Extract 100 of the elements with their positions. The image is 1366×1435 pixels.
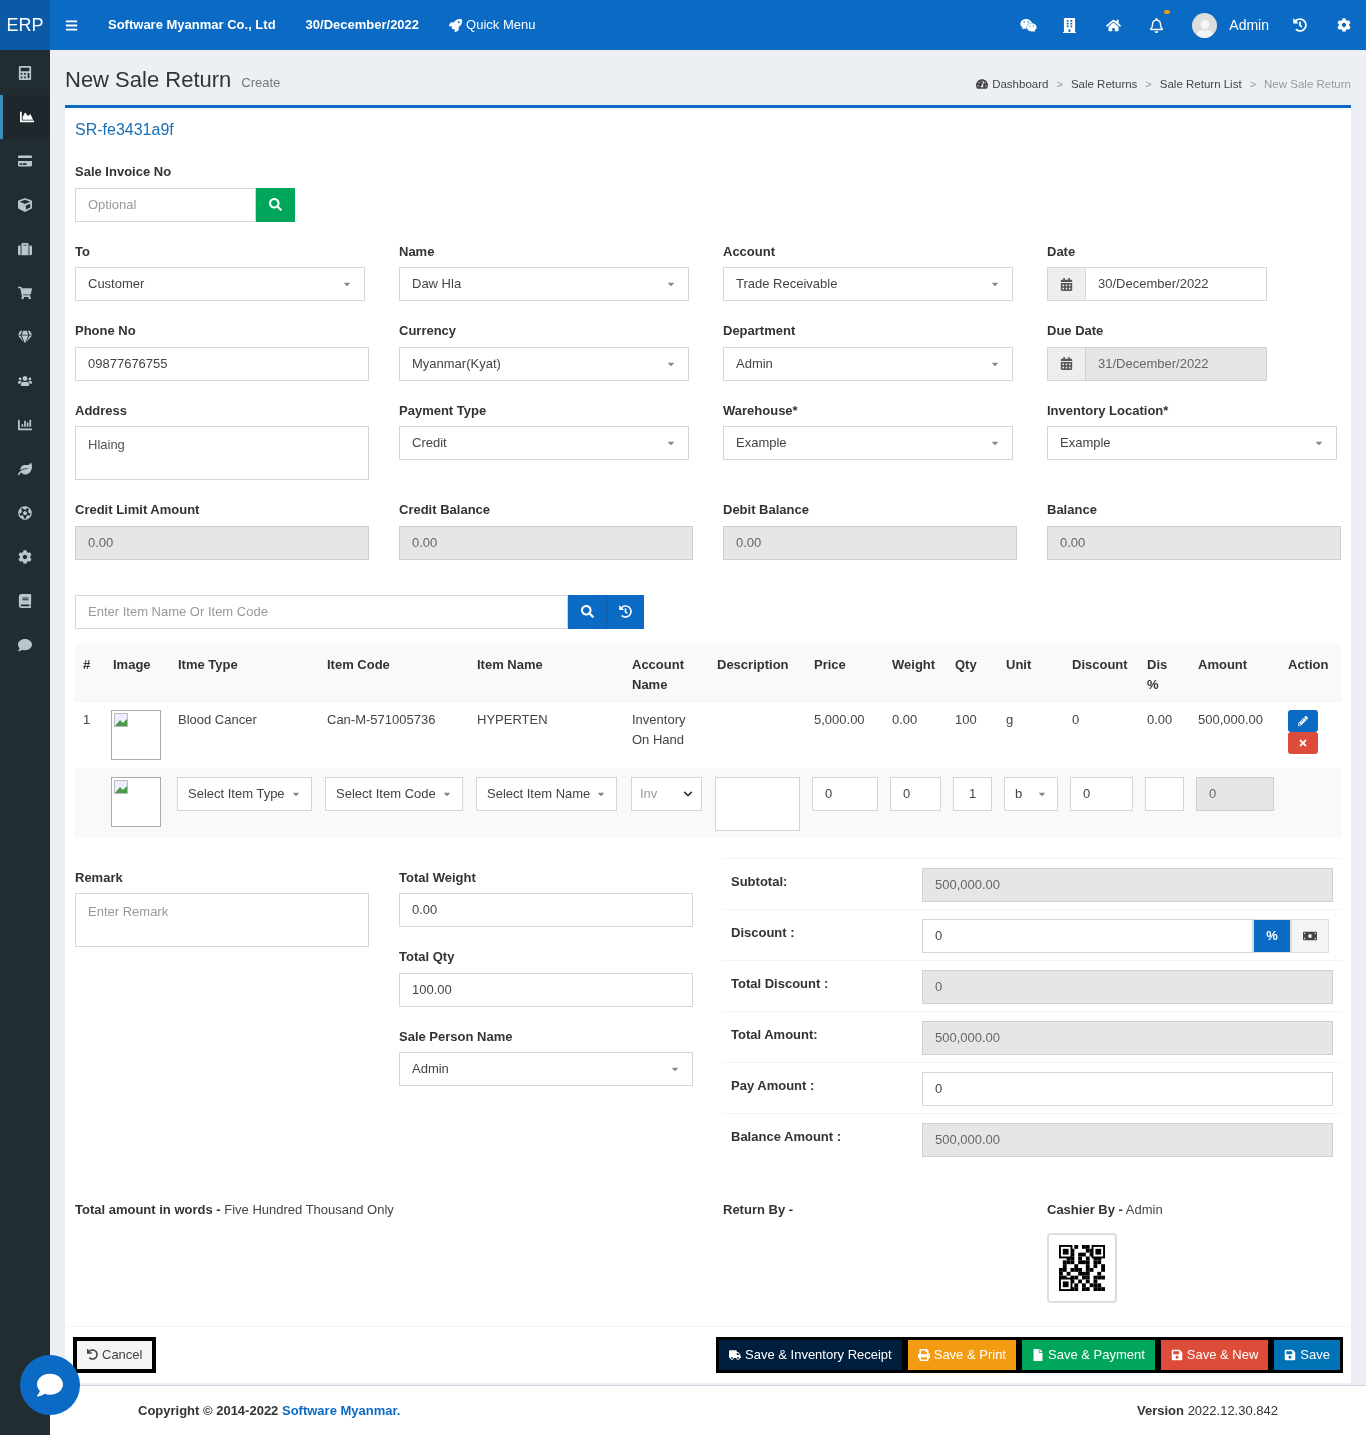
input-field[interactable]: 0 [922,969,1333,1004]
close-icon [1298,737,1308,748]
company-link[interactable]: Software Myanmar. [282,1402,401,1418]
chevron-icon [683,788,693,799]
calendar-button[interactable] [1047,346,1086,381]
field-label: Debit Balance [723,501,809,519]
select-field[interactable]: Admin [723,346,1013,381]
reset-button[interactable] [606,594,644,629]
breadcrumb-separator: > [1145,77,1152,93]
input-field[interactable]: 500,000.00 [922,867,1333,902]
field-label: Name [399,242,435,261]
leaf-icon [18,462,32,476]
input-field[interactable]: 1 [953,776,992,811]
input-field[interactable]: 0 [812,776,878,811]
search-button[interactable] [568,594,606,629]
input-field[interactable]: 0.00 [75,525,369,560]
truck-icon [729,1348,741,1361]
input-field[interactable]: 100.00 [399,972,693,1007]
input-field[interactable]: 0.00 [399,893,693,927]
input-field[interactable]: 0.00 [723,525,1017,560]
input-field[interactable] [1145,776,1184,811]
building-icon[interactable] [1063,17,1077,33]
column-header: Dis % [1147,656,1168,692]
calendar-icon [1060,277,1073,291]
select-field[interactable]: Example [723,426,1013,460]
select-field[interactable]: Select Item Code [325,776,463,811]
input-field[interactable]: 0 [922,1071,1333,1106]
calculator-icon [18,66,32,80]
summary-label: Total Discount : [731,975,829,991]
column-header: Image [113,656,151,672]
input-field[interactable]: 0 [922,918,1253,953]
input-field[interactable]: 500,000.00 [922,1020,1333,1055]
credit-card-icon [18,154,32,168]
sidebar-item[interactable] [0,95,50,139]
input-field[interactable]: 0 [890,776,941,811]
history-icon[interactable] [1293,18,1307,32]
input-field[interactable]: 0.00 [399,525,693,560]
notification-icon[interactable] [1149,17,1165,33]
column-header: Itme Type [178,656,238,672]
search-button[interactable] [256,187,295,222]
cancel-button[interactable]: Cancel [73,1336,157,1373]
edit-button[interactable] [1288,709,1318,732]
signature-text: Return By - [723,1200,794,1219]
settings-icon[interactable] [1337,18,1351,32]
cash-toggle[interactable] [1291,918,1329,953]
select-field[interactable]: Myanmar(Kyat) [399,346,689,381]
table-cell: HYPERTEN [477,711,548,727]
breadcrumb-link[interactable]: Sale Return List [1159,75,1242,93]
home-icon[interactable] [1106,17,1122,33]
save-button[interactable]: Save & Inventory Receipt [716,1336,905,1373]
input-field[interactable]: 0 [1070,776,1133,811]
percent-toggle[interactable]: % [1253,918,1291,953]
select-field[interactable]: Customer [75,267,365,301]
quick-menu-link[interactable]: Quick Menu [449,15,536,35]
select-field[interactable]: Example [1047,426,1337,460]
summary-label: Balance Amount : [731,1128,842,1144]
select-field[interactable]: Select Item Name [476,776,617,811]
breadcrumb-separator: > [1249,77,1257,93]
select-field[interactable]: b [1004,776,1058,811]
menu-icon[interactable] [65,18,78,32]
broken-image-icon [114,779,128,794]
table-cell: Can-M-571005736 [327,711,436,727]
breadcrumb-link[interactable]: Dashboard [992,75,1049,93]
save-button[interactable]: Save [1271,1336,1343,1373]
select-field[interactable]: Credit [399,426,689,460]
logo[interactable]: ERP [0,0,50,50]
input-field[interactable]: 30/December/2022 [1085,267,1267,301]
field-label: To [75,242,90,261]
summary-label: Discount : [731,924,795,940]
breadcrumb-link[interactable]: Sale Returns [1070,75,1138,93]
input-field[interactable]: 0 [1196,776,1274,811]
column-header: # [83,656,91,672]
select-field[interactable]: Admin [399,1052,693,1086]
input-field[interactable]: 500,000.00 [922,1122,1333,1157]
column-header: Unit [1006,656,1032,672]
user-menu[interactable]: Admin [1192,12,1269,38]
description-field[interactable] [715,776,800,831]
delete-button[interactable] [1288,731,1318,754]
field-label: Address [75,401,128,420]
chat-icon[interactable] [1020,16,1038,34]
textarea-field[interactable]: Hlaing [75,426,369,480]
broken-image-icon [114,712,128,727]
input-field[interactable]: 0.00 [1047,525,1341,560]
save-button[interactable]: Save & New [1157,1336,1272,1373]
input-field[interactable]: 09877676755 [75,346,369,381]
current-date: 30/December/2022 [305,16,420,35]
area-chart-icon [19,110,34,124]
select-field[interactable]: Daw Hla [399,267,689,301]
calendar-button[interactable] [1047,267,1086,301]
avatar [1192,12,1218,38]
field-label: Credit Balance [399,501,491,519]
input-field[interactable]: 31/December/2022 [1085,346,1267,381]
select-field[interactable]: Trade Receivable [723,267,1013,301]
save-icon [1170,1348,1183,1361]
summary-label: Pay Amount : [731,1077,815,1093]
column-header: Price [814,656,846,672]
select-field[interactable]: Select Item Type [177,776,312,811]
field-label: Credit Limit Amount [75,501,200,519]
calendar-icon [1060,357,1073,370]
field-label: Total Weight [399,868,476,887]
